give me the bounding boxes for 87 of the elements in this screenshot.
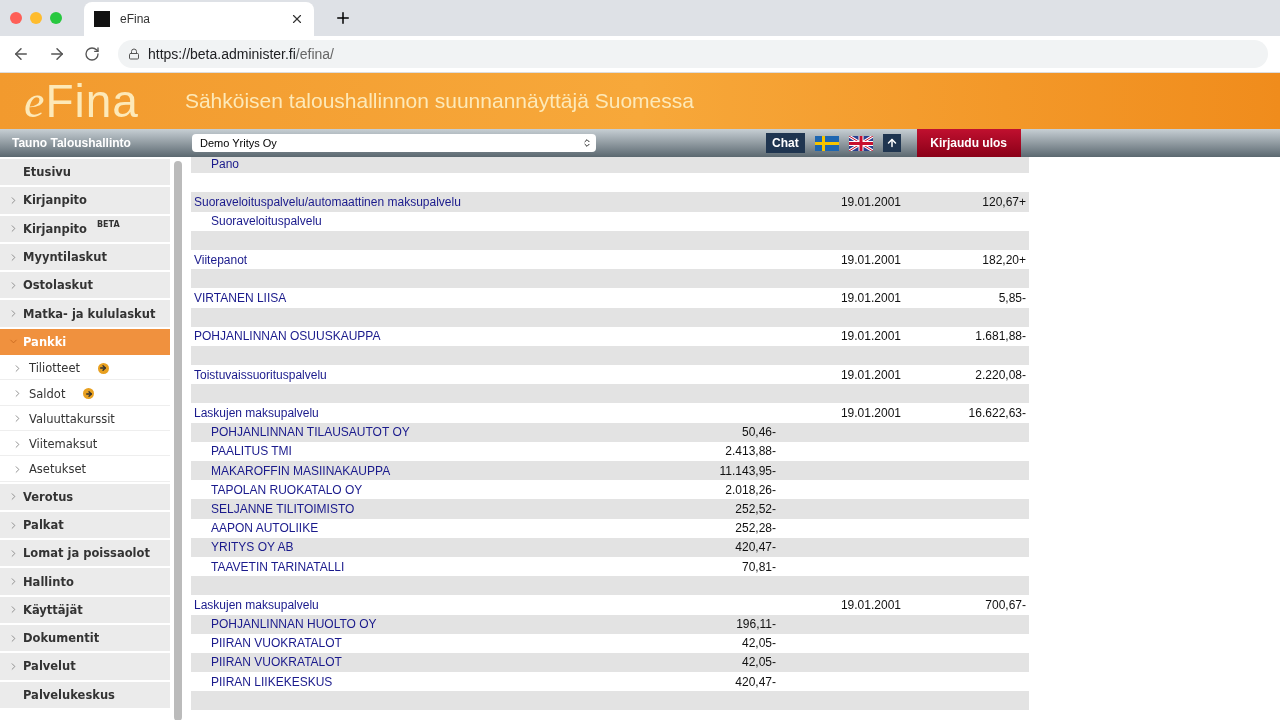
scroll-top-button[interactable]: [882, 134, 901, 152]
swedish-flag-icon[interactable]: [814, 135, 839, 151]
transaction-name[interactable]: Viitepanot: [191, 252, 601, 267]
amount-cell-text: 420,47-: [734, 540, 777, 555]
forward-icon[interactable]: [48, 45, 66, 63]
amount-cell-text: 2.413,88-: [724, 444, 777, 459]
amount-cell-text: 42,05-: [740, 655, 777, 670]
beta-label: BETA: [97, 219, 120, 229]
date-cell-text: 19.01.2001: [839, 329, 902, 344]
sidebar-item[interactable]: Hallinto: [0, 568, 170, 595]
browser-tab[interactable]: eFina: [84, 2, 314, 36]
date-cell-text: 19.01.2001: [839, 290, 902, 305]
payment-name[interactable]: PIIRAN LIIKEKESKUS: [191, 674, 601, 689]
payment-name[interactable]: TAAVETIN TARINATALLI: [191, 559, 601, 574]
amount-cell-text: 182,20+: [981, 252, 1027, 267]
payment-name[interactable]: PAALITUS TMI: [191, 444, 601, 459]
payment-name[interactable]: PIIRAN VUOKRATALOT: [191, 636, 601, 651]
slogan: Sähköisen taloushallinnon suunnannäyttäjä Suomessa: [184, 89, 694, 113]
amount-cell-text: 196,11-: [735, 617, 777, 632]
amount-cell-text: 16.622,63-: [967, 406, 1027, 421]
date-cell-text: 19.01.2001: [839, 194, 902, 209]
sidebar-item[interactable]: Palvelukeskus: [0, 681, 170, 708]
back-icon[interactable]: [12, 45, 30, 63]
address-field[interactable]: https://beta.administer.fi/efina/: [118, 40, 1268, 68]
payment-name[interactable]: Suoraveloituspalvelu: [191, 214, 601, 229]
transaction-name[interactable]: POHJANLINNAN OSUUSKAUPPA: [191, 329, 601, 344]
amount-cell-text: 120,67+: [981, 194, 1027, 209]
transaction-name[interactable]: Toistuvaissuorituspalvelu: [191, 367, 601, 382]
sidebar-item[interactable]: Palkat: [0, 511, 170, 539]
payment-name[interactable]: AAPON AUTOLIIKE: [191, 521, 601, 536]
payment-name[interactable]: Pano: [191, 157, 601, 171]
close-window-dot[interactable]: [10, 12, 22, 24]
chat-button[interactable]: Chat: [766, 133, 805, 153]
sidebar-item[interactable]: Matka- ja kululaskut: [0, 300, 170, 327]
sidebar-item[interactable]: Verotus: [0, 483, 170, 510]
reload-icon[interactable]: [84, 46, 100, 62]
date-cell-text: 19.01.2001: [839, 252, 902, 267]
transaction-name[interactable]: Suoraveloituspalvelu/automaattinen maksupalvelu: [191, 194, 601, 209]
payment-name[interactable]: YRITYS OY AB: [191, 540, 601, 555]
amount-cell-text: 420,47-: [734, 674, 777, 689]
amount-cell-text: 11.143,95-: [718, 463, 777, 478]
british-flag-icon[interactable]: [848, 135, 873, 151]
sidebar-item[interactable]: Palvelut: [0, 653, 170, 680]
amount-cell-text: 70,81-: [740, 559, 777, 574]
favicon-icon: [94, 11, 110, 27]
date-cell-text: 19.01.2001: [839, 406, 902, 421]
user-name: Tauno Taloushallinto: [11, 136, 132, 150]
date-cell-text: 19.01.2001: [839, 597, 902, 612]
payment-name[interactable]: SELJANNE TILITOIMISTO: [191, 501, 601, 516]
sidebar-item[interactable]: Kirjanpito: [0, 187, 170, 214]
sidebar-item[interactable]: Etusivu: [0, 159, 170, 186]
payment-name[interactable]: POHJANLINNAN TILAUSAUTOT OY: [191, 425, 601, 440]
close-icon[interactable]: [290, 12, 304, 26]
amount-cell-text: 700,67-: [984, 597, 1027, 612]
transaction-name[interactable]: Laskujen maksupalvelu: [191, 406, 601, 421]
transaction-name[interactable]: Laskujen maksupalvelu: [191, 597, 601, 612]
sidebar-item[interactable]: Kirjanpito BETA: [0, 215, 170, 242]
new-tab-icon[interactable]: [334, 9, 352, 27]
lock-icon: [128, 48, 140, 60]
sidebar-item[interactable]: Lomat ja poissaolot: [0, 540, 170, 567]
sidebar-item[interactable]: Ostolaskut: [0, 272, 170, 299]
payment-name[interactable]: PIIRAN VUOKRATALOT: [191, 655, 601, 670]
amount-cell-text: 5,85-: [997, 290, 1027, 305]
payment-name[interactable]: TAPOLAN RUOKATALO OY: [191, 482, 601, 497]
sidebar-item[interactable]: Myyntilaskut: [0, 243, 170, 271]
amount-cell-text: 252,52-: [734, 501, 777, 516]
amount-cell-text: 252,28-: [734, 521, 777, 536]
date-cell-text: 19.01.2001: [839, 367, 902, 382]
amount-cell-text: 2.018,26-: [724, 482, 777, 497]
company-select[interactable]: Demo Yritys Oy: [192, 134, 596, 152]
payment-name[interactable]: MAKAROFFIN MASIINAKAUPPA: [191, 463, 601, 478]
sidebar-item[interactable]: Käyttäjät: [0, 596, 170, 624]
amount-cell-text: 2.220,08-: [974, 367, 1027, 382]
amount-cell-text: 42,05-: [740, 636, 777, 651]
logout-button[interactable]: Kirjaudu ulos: [916, 129, 1021, 157]
logo: eFina: [24, 74, 139, 128]
chevron-right-icon: [8, 251, 19, 263]
amount-cell-text: 50,46-: [740, 425, 777, 440]
up-arrow-icon: [885, 137, 898, 149]
transaction-name[interactable]: VIRTANEN LIISA: [191, 290, 601, 305]
amount-cell-text: 1.681,88-: [974, 329, 1027, 344]
select-arrows-icon: [582, 138, 592, 148]
minimize-window-dot[interactable]: [30, 12, 42, 24]
payment-name[interactable]: POHJANLINNAN HUOLTO OY: [191, 617, 601, 632]
sidebar-item[interactable]: Dokumentit: [0, 625, 170, 652]
scrollbar[interactable]: [174, 161, 182, 720]
maximize-window-dot[interactable]: [50, 12, 62, 24]
